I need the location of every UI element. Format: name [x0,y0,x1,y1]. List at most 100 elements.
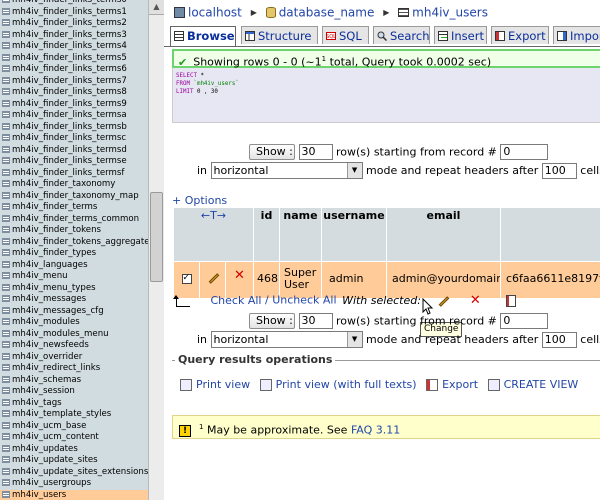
tab-structure[interactable]: Structure [241,26,318,44]
sql-keyword: FROM [176,81,190,87]
sidebar-table-item[interactable]: mh4iv_finder_links_terms8 [0,87,148,99]
create-view-icon [487,379,500,391]
sidebar-table-item[interactable]: mh4iv_newsfeeds [0,340,148,352]
print-view-full-link[interactable]: Print view (with full texts) [276,378,417,391]
export-selected-icon[interactable] [506,294,517,307]
sidebar-table-item[interactable]: mh4iv_finder_links_terms5 [0,53,148,65]
sidebar-table-item[interactable]: mh4iv_finder_types [0,248,148,260]
sidebar-table-item[interactable]: mh4iv_messages_cfg [0,306,148,318]
display-mode-select[interactable]: horizontal ▼ [210,162,363,179]
sidebar-table-item[interactable]: mh4iv_messages [0,294,148,306]
sidebar-table-item[interactable]: mh4iv_finder_links_termsf [0,168,148,180]
sidebar-table-item[interactable]: mh4iv_finder_links_termsd [0,145,148,157]
svg-text:SQL: SQL [326,34,336,40]
show-button[interactable]: Show : [249,313,295,329]
sidebar-table-item[interactable]: mh4iv_languages [0,260,148,272]
edit-pencil-icon[interactable] [206,271,220,285]
breadcrumb-server[interactable]: localhost [188,6,242,20]
sidebar-table-item[interactable]: mh4iv_finder_links_termse [0,156,148,168]
sidebar-table-label: mh4iv_usergroups [12,478,92,488]
sidebar-table-label: mh4iv_newsfeeds [12,340,89,350]
scrollbar-thumb[interactable] [150,192,163,282]
sidebar-table-item[interactable]: mh4iv_template_styles [0,409,148,421]
header-email[interactable]: email [387,208,501,261]
table-icon [2,318,10,325]
sidebar-table-item[interactable]: mh4iv_update_sites [0,455,148,467]
repeat-headers-input[interactable]: 100 [541,162,577,179]
breadcrumb-database[interactable]: database_name [279,6,375,20]
sidebar-table-item[interactable]: mh4iv_finder_links_terms1 [0,7,148,19]
rows-count-input[interactable]: 30 [298,144,333,160]
sidebar-table-item[interactable]: mh4iv_finder_links_terms7 [0,76,148,88]
tab-bar: Browse Structure SQL SQL Search Insert Ex… [170,26,600,46]
options-link[interactable]: + Options [172,194,227,207]
sidebar-table-item[interactable]: mh4iv_overrider [0,352,148,364]
sidebar-table-item[interactable]: mh4iv_finder_taxonomy [0,179,148,191]
sidebar-table-item[interactable]: mh4iv_usergroups [0,478,148,490]
sidebar-table-item[interactable]: mh4iv_finder_links_terms2 [0,18,148,30]
sidebar-table-item[interactable]: mh4iv_finder_links_termsc [0,133,148,145]
sidebar-table-item[interactable]: mh4iv_users [0,489,148,500]
header-username[interactable]: username [322,208,387,261]
show-button[interactable]: Show : [249,144,295,160]
tab-search[interactable]: Search [373,26,430,44]
sidebar-scrollbar[interactable]: ▲ [148,0,164,500]
sidebar-table-item[interactable]: mh4iv_finder_links_terms4 [0,41,148,53]
column-expand-icon[interactable]: ←T→ [174,209,253,222]
sidebar-table-label: mh4iv_finder_links_terms1 [12,6,127,17]
uncheck-all-link[interactable]: Uncheck All [272,294,336,307]
sidebar-table-item[interactable]: mh4iv_finder_tokens_aggregate [0,237,148,249]
scroll-up-arrow-icon[interactable]: ▲ [149,0,164,15]
sidebar-table-item[interactable]: mh4iv_modules_menu [0,329,148,341]
export-link[interactable]: Export [442,378,478,391]
sidebar-table-item[interactable]: mh4iv_finder_terms [0,202,148,214]
tab-import[interactable]: Import [553,26,600,44]
sidebar-table-item[interactable]: mh4iv_finder_links_terms9 [0,99,148,111]
header-password[interactable] [501,208,600,261]
sidebar-table-item[interactable]: mh4iv_menu_types [0,283,148,295]
row-checkbox[interactable] [181,272,192,284]
tab-sql[interactable]: SQL SQL [322,26,369,44]
sidebar-table-item[interactable]: mh4iv_modules [0,317,148,329]
breadcrumb-table[interactable]: mh4iv_users [412,6,488,20]
sidebar-table-item[interactable]: mh4iv_finder_links_termsb [0,122,148,134]
tab-export[interactable]: Export [491,26,549,44]
tab-browse[interactable]: Browse [170,26,236,46]
check-all-link[interactable]: Check All [211,294,262,307]
table-icon [2,134,10,141]
sidebar-table-item[interactable]: mh4iv_finder_links_termsa [0,110,148,122]
sidebar-table-item[interactable]: mh4iv_redirect_links [0,363,148,375]
sidebar-table-item[interactable]: mh4iv_tags [0,398,148,410]
table-icon [2,272,10,279]
create-view-link[interactable]: CREATE VIEW [504,378,579,391]
start-record-input[interactable]: 0 [500,313,549,329]
sidebar-table-item[interactable]: mh4iv_session [0,386,148,398]
rows-count-input[interactable]: 30 [298,313,333,329]
change-pencil-icon[interactable] [436,294,450,308]
display-mode-value: horizontal [213,333,269,346]
table-icon [2,42,10,49]
sidebar-table-item[interactable]: mh4iv_updates [0,444,148,456]
sidebar-table-item[interactable]: mh4iv_finder_links_terms3 [0,30,148,42]
header-id[interactable]: id [254,208,280,261]
header-name[interactable]: name [280,208,322,261]
sidebar-table-item[interactable]: mh4iv_finder_links_terms6 [0,64,148,76]
sidebar-table-item[interactable]: mh4iv_schemas [0,375,148,387]
sidebar-table-item[interactable]: mh4iv_ucm_content [0,432,148,444]
sidebar-table-item[interactable]: mh4iv_finder_tokens [0,225,148,237]
sidebar-table-item[interactable]: mh4iv_update_sites_extensions [0,467,148,479]
delete-x-icon[interactable]: ✕ [470,293,481,308]
sidebar-table-item[interactable]: mh4iv_menu [0,271,148,283]
delete-x-icon[interactable]: ✕ [234,269,245,282]
table-icon [2,364,10,371]
display-mode-select[interactable]: horizontal ▼ [210,331,363,348]
faq-link[interactable]: FAQ 3.11 [351,424,400,437]
sidebar-table-item[interactable]: mh4iv_ucm_base [0,421,148,433]
sidebar-table-item[interactable]: mh4iv_finder_taxonomy_map [0,191,148,203]
tab-insert[interactable]: Insert [434,26,487,44]
repeat-headers-input[interactable]: 100 [541,331,577,348]
print-view-link[interactable]: Print view [196,378,250,391]
sidebar-table-item[interactable]: mh4iv_finder_terms_common [0,214,148,226]
with-selected-bar: Check All / Uncheck All With selected: ✕ [172,293,517,309]
start-record-input[interactable]: 0 [500,144,549,160]
